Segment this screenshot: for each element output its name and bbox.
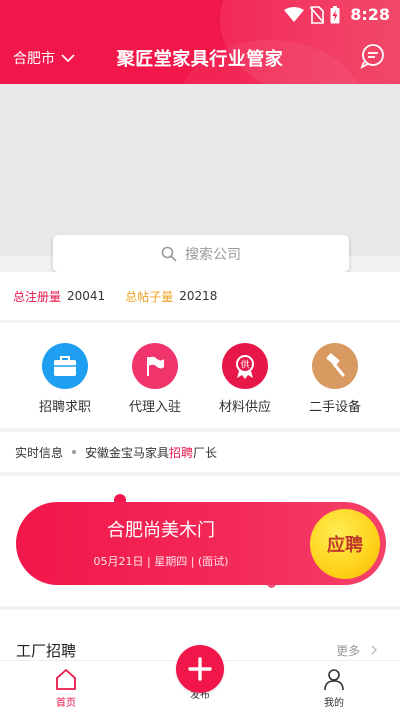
more-label: 更多: [336, 644, 361, 658]
search-box[interactable]: 搜索公司: [53, 235, 349, 272]
promo-title: 合肥尚美木门: [107, 520, 215, 541]
flag-icon: [132, 343, 178, 389]
user-icon: [324, 669, 344, 691]
category-label: 材料供应: [218, 400, 271, 415]
chevron-right-icon: [371, 645, 377, 655]
more-link[interactable]: 更多: [336, 642, 378, 659]
banner-area[interactable]: [0, 84, 400, 256]
hammer-icon: [312, 343, 358, 389]
plus-icon: [188, 657, 212, 681]
category-grid: 招聘求职 代理入驻 供 材料供应 二手设备: [0, 323, 400, 428]
status-bar: 8:28: [0, 0, 400, 32]
tab-mine-label: 我的: [324, 698, 344, 709]
bottom-tab-bar: 首页 发布 我的: [0, 645, 400, 711]
category-recruitment[interactable]: 招聘求职: [20, 343, 110, 415]
stats-bar: 总注册量 20041 总帖子量 20218: [0, 272, 400, 320]
registered-value: 20041: [67, 289, 106, 303]
tab-publish[interactable]: 发布: [160, 645, 240, 701]
realtime-news[interactable]: 实时信息 安徽金宝马家具 招聘 厂长: [0, 432, 400, 472]
category-label: 二手设备: [308, 400, 361, 415]
search-icon: [161, 246, 177, 262]
promo-subtitle: 05月21日 | 星期四 | (面试): [93, 555, 229, 568]
news-text: 安徽金宝马家具: [85, 445, 170, 460]
news-highlight: 招聘: [169, 445, 194, 460]
category-agency[interactable]: 代理入驻: [110, 343, 200, 415]
tab-mine[interactable]: 我的: [294, 665, 374, 709]
category-label: 代理入驻: [128, 400, 181, 415]
status-icons: 8:28: [284, 5, 390, 24]
status-time: 8:28: [350, 5, 390, 24]
top-bar: 合肥市 聚匠堂家具行业管家: [0, 40, 400, 74]
supply-badge-text: 供: [240, 359, 249, 371]
section-title: 工厂招聘: [16, 642, 77, 660]
message-icon[interactable]: [359, 42, 387, 70]
header: 8:28 合肥市 聚匠堂家具行业管家: [0, 0, 400, 84]
briefcase-icon: [42, 343, 88, 389]
apply-button[interactable]: 应聘: [310, 509, 380, 579]
tab-home-label: 首页: [56, 698, 76, 709]
category-label: 招聘求职: [38, 400, 91, 415]
wifi-icon: [284, 6, 305, 22]
posts-value: 20218: [179, 289, 218, 303]
app-title: 聚匠堂家具行业管家: [116, 49, 284, 70]
category-used-equipment[interactable]: 二手设备: [290, 343, 380, 415]
job-promo-card[interactable]: 合肥尚美木门 05月21日 | 星期四 | (面试) 应聘: [16, 502, 386, 585]
promo-section: 合肥尚美木门 05月21日 | 星期四 | (面试) 应聘: [0, 476, 400, 606]
home-icon: [56, 669, 76, 690]
news-label: 实时信息: [15, 445, 64, 460]
posts-label: 总帖子量: [125, 289, 174, 304]
category-material-supply[interactable]: 供 材料供应: [200, 343, 290, 415]
publish-button[interactable]: [176, 645, 224, 693]
tab-home[interactable]: 首页: [26, 665, 106, 709]
search-placeholder: 搜索公司: [185, 246, 241, 263]
news-text-end: 厂长: [193, 445, 218, 460]
no-sim-icon: [310, 5, 325, 24]
news-separator: [72, 450, 77, 454]
battery-charging-icon: [330, 5, 340, 23]
supply-badge-icon: 供: [222, 343, 268, 389]
registered-label: 总注册量: [13, 289, 62, 304]
